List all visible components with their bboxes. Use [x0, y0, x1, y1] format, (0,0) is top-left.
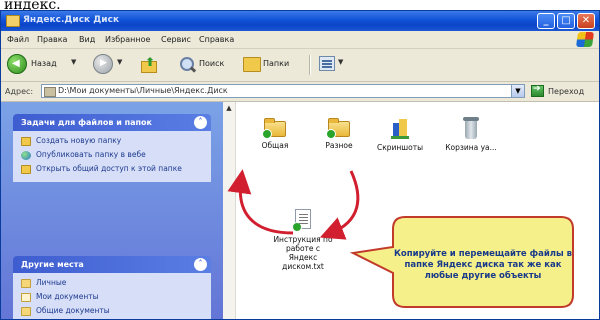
go-icon[interactable] [531, 84, 544, 97]
toolbar: Назад ▼ ▼ ⬆ Поиск Папки ▼ [1, 49, 599, 82]
search-icon[interactable] [177, 55, 197, 75]
shared-folder-icon [326, 118, 350, 139]
up-folder-icon[interactable]: ⬆ [139, 55, 157, 73]
documents-icon [21, 293, 31, 302]
window-title: Яндекс.Диск Диск [23, 15, 120, 25]
minimize-button[interactable]: _ [537, 13, 555, 29]
vertical-scrollbar[interactable]: ▲ [223, 102, 236, 319]
recycle-bin-icon [463, 117, 479, 139]
place-my-documents[interactable]: Мои документы [21, 292, 205, 302]
back-button[interactable] [7, 54, 27, 74]
go-button[interactable]: Переход [548, 87, 584, 96]
address-bar: Адрес: D:\Мои документы\Личные\Яндекс.Ди… [1, 82, 599, 102]
address-input[interactable]: D:\Мои документы\Личные\Яндекс.Диск ▼ [41, 84, 525, 98]
file-label-line: работе с [285, 244, 321, 253]
menu-tools[interactable]: Сервис [161, 35, 191, 44]
drive-icon [44, 87, 56, 97]
screenshots-app-icon [391, 117, 409, 139]
collapse-chevron-icon[interactable]: ˄ [194, 116, 207, 129]
other-places-title: Другие места [21, 260, 84, 269]
file-label-line: диском.txt [282, 262, 324, 271]
file-item-screenshots[interactable]: Скриншоты [373, 117, 427, 152]
menu-bar: Файл Правка Вид Избранное Сервис Справка [1, 31, 599, 49]
close-button[interactable]: ✕ [577, 13, 595, 29]
scroll-up-icon[interactable]: ▲ [224, 104, 234, 114]
file-item-folder-misc[interactable]: Разное [315, 118, 363, 150]
file-tasks-header[interactable]: Задачи для файлов и папок ˄ [13, 114, 211, 131]
place-label[interactable]: Личные [36, 278, 66, 287]
task-new-folder[interactable]: Создать новую папку [21, 136, 205, 146]
share-folder-icon [21, 165, 31, 174]
back-label[interactable]: Назад [31, 59, 57, 68]
collapse-chevron-icon[interactable]: ˄ [194, 258, 207, 271]
other-places-header[interactable]: Другие места ˄ [13, 256, 211, 273]
address-value[interactable]: D:\Мои документы\Личные\Яндекс.Диск [58, 86, 228, 95]
file-label: Скриншоты [376, 143, 424, 152]
file-label: Общая [261, 141, 289, 150]
file-label-line: Яндекс [288, 253, 318, 262]
views-dropdown-icon[interactable]: ▼ [338, 58, 343, 66]
globe-icon [21, 151, 31, 160]
search-button[interactable]: Поиск [199, 59, 224, 68]
windows-logo-icon [575, 32, 595, 47]
menu-edit[interactable]: Правка [37, 35, 67, 44]
task-label[interactable]: Создать новую папку [36, 136, 121, 145]
place-label[interactable]: Общие документы [36, 306, 110, 315]
menu-help[interactable]: Справка [199, 35, 234, 44]
other-places-panel: Другие места ˄ Личные Мои документы Общи… [13, 256, 211, 319]
maximize-button[interactable]: □ [557, 13, 575, 29]
toolbar-separator [309, 55, 311, 75]
task-pane: Задачи для файлов и папок ˄ Создать нову… [1, 102, 223, 319]
back-dropdown-icon[interactable]: ▼ [71, 58, 76, 66]
file-item-recycle-bin[interactable]: Корзина уа... [433, 117, 509, 152]
text-file-icon [292, 209, 311, 232]
place-label[interactable]: Мои документы [36, 292, 99, 301]
menu-file[interactable]: Файл [7, 35, 29, 44]
forward-dropdown-icon[interactable]: ▼ [117, 58, 122, 66]
title-bar[interactable]: Яндекс.Диск Диск _ □ ✕ [1, 11, 599, 31]
callout-text: Копируйте и перемещайте файлы в папке Ян… [393, 248, 573, 281]
file-item-instructions-txt[interactable]: Инструкция по работе с Яндекс диском.txt [271, 209, 335, 271]
file-item-folder-general[interactable]: Общая [253, 118, 297, 150]
file-label-line: Инструкция по [273, 235, 333, 244]
views-icon[interactable] [319, 56, 335, 71]
place-personal[interactable]: Личные [21, 278, 205, 288]
file-label: Разное [325, 141, 353, 150]
folder-icon [21, 279, 31, 288]
task-label[interactable]: Опубликовать папку в вебе [36, 150, 146, 159]
menu-favorites[interactable]: Избранное [105, 35, 150, 44]
new-folder-icon [21, 137, 31, 146]
folders-icon[interactable] [243, 57, 261, 72]
task-share-folder[interactable]: Открыть общий доступ к этой папке [21, 164, 205, 174]
file-tasks-panel: Задачи для файлов и папок ˄ Создать нову… [13, 114, 211, 182]
shared-folder-icon [262, 118, 286, 139]
folder-icon [21, 307, 31, 316]
task-label[interactable]: Открыть общий доступ к этой папке [36, 164, 182, 173]
place-shared-documents[interactable]: Общие документы [21, 306, 205, 316]
task-publish-web[interactable]: Опубликовать папку в вебе [21, 150, 205, 160]
folder-icon [6, 15, 20, 27]
page-title: индекс. [4, 0, 61, 10]
explorer-window: Яндекс.Диск Диск _ □ ✕ Файл Правка Вид И… [0, 10, 600, 320]
forward-button[interactable] [93, 54, 113, 74]
file-tasks-title: Задачи для файлов и папок [21, 118, 152, 127]
menu-view[interactable]: Вид [79, 35, 95, 44]
address-label: Адрес: [5, 87, 34, 96]
address-dropdown-icon[interactable]: ▼ [511, 85, 524, 97]
folders-button[interactable]: Папки [263, 59, 289, 68]
file-label: Корзина уа... [445, 143, 497, 152]
